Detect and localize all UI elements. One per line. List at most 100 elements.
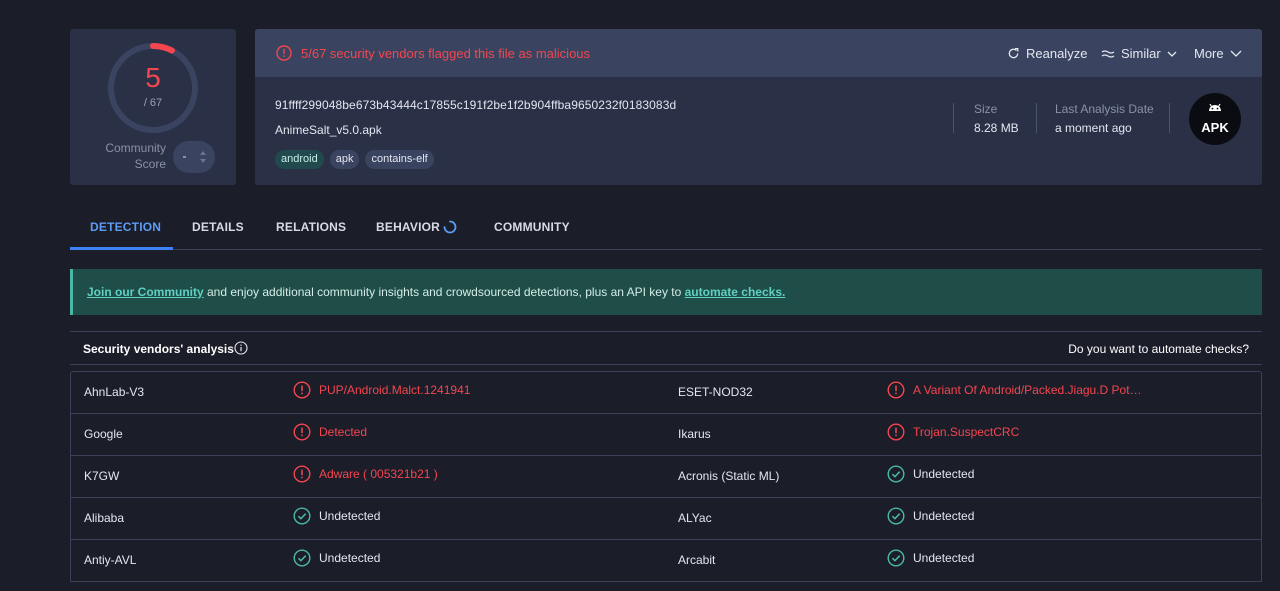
file-type-label: APK — [1201, 120, 1229, 135]
file-type-badge: APK — [1189, 93, 1241, 145]
tag-apk[interactable]: apk — [329, 150, 360, 169]
last-analysis-value: a moment ago — [1055, 121, 1132, 135]
detection-result: Detected — [293, 423, 367, 441]
vote-down-icon[interactable] — [200, 159, 206, 163]
chevron-down-icon — [1167, 51, 1177, 57]
vendors-header: Security vendors' analysis Do you want t… — [70, 331, 1262, 365]
vendor-name: Acronis (Static ML) — [678, 469, 780, 483]
tag-contains-elf[interactable]: contains-elf — [365, 150, 434, 169]
warning-circle-icon — [887, 423, 905, 441]
check-circle-icon — [887, 507, 905, 525]
result-label: Trojan.SuspectCRC — [913, 425, 1020, 439]
vendor-name: Antiy-AVL — [84, 553, 137, 567]
warning-circle-icon — [293, 465, 311, 483]
detection-result: Undetected — [887, 465, 974, 483]
vendors-title: Security vendors' analysis — [83, 342, 234, 356]
tab-community[interactable]: COMMUNITY — [494, 220, 570, 234]
tag-android[interactable]: android — [275, 150, 324, 169]
detection-count: 5 — [145, 62, 161, 93]
size-value: 8.28 MB — [974, 121, 1019, 135]
result-label: Adware ( 005321b21 ) — [319, 467, 438, 481]
tab-details[interactable]: DETAILS — [192, 220, 244, 234]
reanalyze-label: Reanalyze — [1026, 46, 1088, 61]
reanalyze-button[interactable]: Reanalyze — [1007, 46, 1087, 61]
chevron-down-icon — [1230, 50, 1242, 57]
detection-score-card: 5 / 67 Community Score — [70, 29, 236, 185]
malicious-alert-bar: 5/67 security vendors flagged this file … — [255, 29, 1262, 77]
detection-total: / 67 — [143, 97, 163, 109]
vendor-name: Arcabit — [678, 553, 716, 567]
vote-up-icon[interactable] — [200, 151, 206, 155]
table-row: K7GW Adware ( 005321b21 ) Acronis (Static … — [71, 456, 1261, 498]
similar-icon — [1101, 49, 1115, 58]
vendor-name: ALYac — [678, 511, 712, 525]
file-summary-card: 5/67 security vendors flagged this file … — [255, 29, 1262, 185]
vendor-name: K7GW — [84, 469, 120, 483]
tab-bar: DETECTION DETAILS RELATIONS BEHAVIOR COM… — [70, 206, 1262, 250]
table-row: Antiy-AVL Undetected Arcabit Undetected — [71, 540, 1261, 582]
result-label: Detected — [319, 425, 368, 439]
warning-circle-icon — [293, 423, 311, 441]
tab-detection[interactable]: DETECTION — [90, 220, 161, 234]
banner-middle-text: and enjoy additional community insights … — [203, 285, 685, 299]
result-label: PUP/Android.Malct.1241941 — [319, 383, 471, 397]
detection-result: Undetected — [887, 507, 974, 525]
community-score-label: Community Score — [105, 141, 166, 171]
table-row: Google Detected Ikarus Trojan.SuspectCRC — [71, 414, 1261, 456]
vendor-name: ESET-NOD32 — [678, 385, 753, 399]
result-label: Undetected — [913, 467, 975, 481]
divider — [953, 103, 954, 133]
detection-result: Undetected — [293, 549, 380, 567]
join-community-link[interactable]: Join our Community — [87, 285, 204, 299]
result-label: Undetected — [319, 551, 381, 565]
detection-result: Adware ( 005321b21 ) — [293, 465, 438, 483]
table-row: Alibaba Undetected ALYac Undetected — [71, 498, 1261, 540]
vendor-name: AhnLab-V3 — [84, 385, 145, 399]
tab-behavior[interactable]: BEHAVIOR — [376, 220, 440, 234]
loading-spinner-icon — [443, 220, 457, 234]
check-circle-icon — [293, 507, 311, 525]
result-label: A Variant Of Android/Packed.Jiagu.D Pot… — [913, 383, 1142, 397]
similar-label: Similar — [1121, 46, 1161, 61]
automate-question[interactable]: Do you want to automate checks? — [1068, 342, 1249, 356]
detection-result: Undetected — [887, 549, 974, 567]
check-circle-icon — [293, 549, 311, 567]
detection-result: Trojan.SuspectCRC — [887, 423, 1019, 441]
vendor-name: Alibaba — [84, 511, 125, 525]
warning-circle-icon — [293, 381, 311, 399]
detection-result: Undetected — [293, 507, 380, 525]
check-circle-icon — [887, 549, 905, 567]
last-analysis-label: Last Analysis Date — [1055, 102, 1154, 116]
result-label: Undetected — [319, 509, 381, 523]
vendors-table: AhnLab-V3 PUP/Android.Malct.1241941 ESET-N… — [70, 371, 1262, 582]
vendor-name: Google — [84, 427, 123, 441]
community-score-value — [183, 156, 186, 158]
divider — [1169, 103, 1170, 133]
result-label: Undetected — [913, 509, 975, 523]
active-tab-indicator — [70, 247, 173, 250]
warning-circle-icon — [276, 45, 292, 61]
detection-result: A Variant Of Android/Packed.Jiagu.D Pot… — [887, 381, 1142, 399]
check-circle-icon — [887, 465, 905, 483]
more-label: More — [1194, 46, 1224, 61]
android-icon — [1209, 103, 1221, 111]
detection-result: PUP/Android.Malct.1241941 — [293, 381, 470, 399]
refresh-icon — [1008, 48, 1019, 59]
warning-circle-icon — [887, 381, 905, 399]
similar-button[interactable]: Similar — [1101, 46, 1177, 61]
file-hash[interactable]: 91ffff299048be673b43444c17855c191f2be1f2… — [275, 98, 676, 112]
file-tags: android apk contains-elf — [275, 150, 434, 169]
table-row: AhnLab-V3 PUP/Android.Malct.1241941 ESET-N… — [71, 372, 1261, 414]
banner-text: Join our Community and enjoy additional … — [87, 285, 785, 299]
more-button[interactable]: More — [1194, 46, 1242, 61]
alert-text: 5/67 security vendors flagged this file … — [301, 46, 591, 61]
file-name: AnimeSalt_v5.0.apk — [275, 123, 382, 137]
community-banner: Join our Community and enjoy additional … — [70, 269, 1262, 315]
size-label: Size — [974, 102, 998, 116]
tab-relations[interactable]: RELATIONS — [276, 220, 346, 234]
divider — [1036, 103, 1037, 133]
automate-checks-link[interactable]: automate checks. — [685, 285, 786, 299]
info-icon[interactable] — [234, 341, 248, 355]
vendor-name: Ikarus — [678, 427, 711, 441]
community-vote-control[interactable] — [173, 141, 215, 173]
